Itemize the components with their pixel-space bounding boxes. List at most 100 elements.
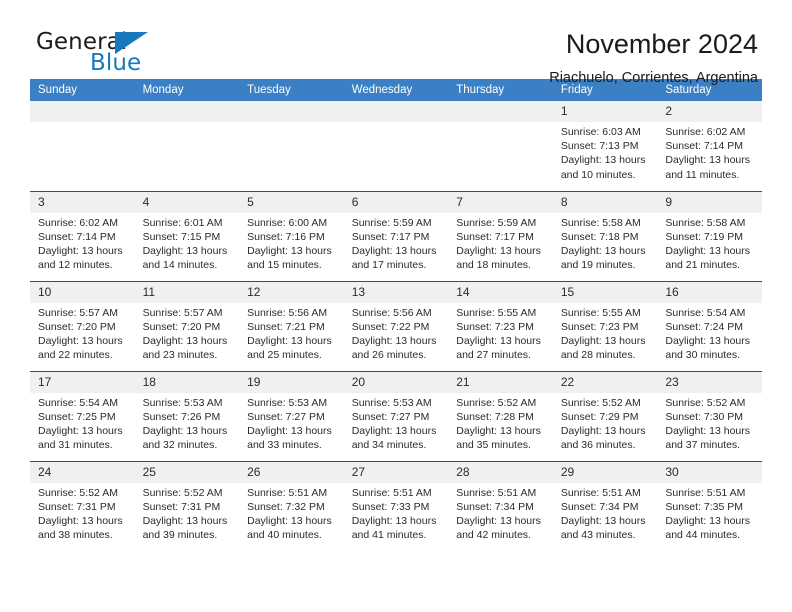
daylight-text-line1: Daylight: 13 hours bbox=[665, 154, 751, 167]
sunrise-text: Sunrise: 5:57 AM bbox=[38, 306, 118, 319]
day-number: 20 bbox=[343, 371, 449, 393]
daylight-text-line2: and 15 minutes. bbox=[247, 259, 322, 272]
daylight-text-line2: and 18 minutes. bbox=[456, 259, 531, 272]
calendar-cell-day[interactable]: 13 Sunrise: 5:56 AM Sunset: 7:22 PM Dayligh… bbox=[343, 280, 449, 371]
daylight-text-line2: and 25 minutes. bbox=[247, 349, 322, 362]
calendar-body: 1 Sunrise: 6:03 AM Sunset: 7:13 PM Daylight… bbox=[30, 101, 762, 551]
calendar-cell-day[interactable]: 3 Sunrise: 6:02 AM Sunset: 7:14 PM Daylight… bbox=[30, 190, 135, 281]
day-sun-info: Sunrise: 5:56 AM Sunset: 7:22 PM Daylight:… bbox=[344, 303, 449, 363]
calendar-cell-empty bbox=[343, 101, 449, 191]
calendar-page: General Blue November 2024 Riachuelo, Co… bbox=[0, 0, 792, 612]
calendar-cell-day[interactable]: 8 Sunrise: 5:58 AM Sunset: 7:18 PM Daylight… bbox=[552, 190, 658, 281]
daylight-text-line2: and 10 minutes. bbox=[560, 168, 636, 181]
day-sun-info: Sunrise: 5:55 AM Sunset: 7:23 PM Daylight:… bbox=[553, 303, 658, 363]
sunset-text: Sunset: 7:27 PM bbox=[247, 410, 325, 423]
sunrise-text: Sunrise: 5:51 AM bbox=[456, 486, 537, 499]
calendar-cell-day[interactable]: 9 Sunrise: 5:58 AM Sunset: 7:19 PM Daylight… bbox=[657, 190, 762, 281]
calendar-cell-empty bbox=[448, 101, 553, 191]
daylight-text-line1: Daylight: 13 hours bbox=[665, 334, 751, 347]
calendar-cell-day[interactable]: 22 Sunrise: 5:52 AM Sunset: 7:29 PM Dayligh… bbox=[552, 370, 658, 461]
calendar-cell-day[interactable]: 27 Sunrise: 5:51 AM Sunset: 7:33 PM Dayligh… bbox=[343, 460, 449, 551]
calendar-cell-day[interactable]: 10 Sunrise: 5:57 AM Sunset: 7:20 PM Dayligh… bbox=[30, 280, 135, 371]
daylight-text-line2: and 11 minutes. bbox=[665, 168, 740, 181]
calendar-cell-day[interactable]: 4 Sunrise: 6:01 AM Sunset: 7:15 PM Daylight… bbox=[134, 190, 240, 281]
sunset-text: Sunset: 7:35 PM bbox=[665, 500, 744, 513]
sunrise-text: Sunrise: 5:51 AM bbox=[247, 486, 328, 499]
sunrise-text: Sunrise: 5:53 AM bbox=[351, 396, 432, 409]
calendar-cell-day[interactable]: 16 Sunrise: 5:54 AM Sunset: 7:24 PM Dayligh… bbox=[657, 280, 762, 371]
daylight-text-line1: Daylight: 13 hours bbox=[142, 244, 228, 257]
calendar-week-row: 24 Sunrise: 5:52 AM Sunset: 7:31 PM Dayligh… bbox=[30, 460, 762, 551]
daylight-text-line2: and 35 minutes. bbox=[456, 439, 531, 452]
day-sun-info: Sunrise: 5:53 AM Sunset: 7:27 PM Daylight:… bbox=[344, 393, 449, 453]
calendar-week-row: 1 Sunrise: 6:03 AM Sunset: 7:13 PM Daylight… bbox=[30, 101, 762, 191]
calendar-cell-day[interactable]: 7 Sunrise: 5:59 AM Sunset: 7:17 PM Daylight… bbox=[448, 190, 553, 281]
sunset-text: Sunset: 7:31 PM bbox=[142, 500, 221, 513]
calendar-cell-day[interactable]: 28 Sunrise: 5:51 AM Sunset: 7:34 PM Dayligh… bbox=[448, 460, 553, 551]
day-number: 18 bbox=[134, 371, 240, 393]
daylight-text-line1: Daylight: 13 hours bbox=[247, 244, 332, 257]
daylight-text-line2: and 44 minutes. bbox=[665, 529, 741, 542]
day-sun-info: Sunrise: 5:53 AM Sunset: 7:27 PM Daylight:… bbox=[239, 393, 344, 453]
day-sun-info: Sunrise: 6:03 AM Sunset: 7:13 PM Daylight:… bbox=[553, 122, 658, 182]
sunrise-text: Sunrise: 5:59 AM bbox=[351, 216, 432, 229]
calendar-cell-empty bbox=[30, 101, 135, 191]
day-number: 27 bbox=[343, 461, 449, 483]
day-sun-info: Sunrise: 5:58 AM Sunset: 7:19 PM Daylight:… bbox=[657, 213, 762, 273]
calendar-cell-day[interactable]: 1 Sunrise: 6:03 AM Sunset: 7:13 PM Daylight… bbox=[552, 101, 658, 191]
calendar-cell-day[interactable]: 23 Sunrise: 5:52 AM Sunset: 7:30 PM Dayligh… bbox=[657, 370, 762, 461]
daylight-text-line1: Daylight: 13 hours bbox=[456, 334, 541, 347]
calendar-cell-day[interactable]: 11 Sunrise: 5:57 AM Sunset: 7:20 PM Dayligh… bbox=[134, 280, 240, 371]
calendar-cell-day[interactable]: 25 Sunrise: 5:52 AM Sunset: 7:31 PM Dayligh… bbox=[134, 460, 240, 551]
daylight-text-line2: and 21 minutes. bbox=[665, 259, 741, 272]
day-number: 6 bbox=[343, 191, 449, 213]
sunset-text: Sunset: 7:23 PM bbox=[560, 320, 639, 333]
daylight-text-line2: and 31 minutes. bbox=[38, 439, 113, 452]
sunrise-text: Sunrise: 5:58 AM bbox=[560, 216, 641, 229]
sunset-text: Sunset: 7:20 PM bbox=[38, 320, 116, 333]
calendar-cell-day[interactable]: 29 Sunrise: 5:51 AM Sunset: 7:34 PM Dayligh… bbox=[552, 460, 658, 551]
sunset-text: Sunset: 7:27 PM bbox=[351, 410, 430, 423]
day-number: 3 bbox=[30, 191, 135, 213]
day-sun-info: Sunrise: 5:59 AM Sunset: 7:17 PM Daylight:… bbox=[448, 213, 553, 273]
calendar-cell-day[interactable]: 12 Sunrise: 5:56 AM Sunset: 7:21 PM Dayligh… bbox=[239, 280, 344, 371]
sunrise-text: Sunrise: 6:01 AM bbox=[142, 216, 223, 229]
daylight-text-line1: Daylight: 13 hours bbox=[351, 424, 437, 437]
calendar-cell-day[interactable]: 6 Sunrise: 5:59 AM Sunset: 7:17 PM Daylight… bbox=[343, 190, 449, 281]
calendar-cell-day[interactable]: 2 Sunrise: 6:02 AM Sunset: 7:14 PM Daylight… bbox=[657, 101, 762, 191]
calendar-cell-day[interactable]: 30 Sunrise: 5:51 AM Sunset: 7:35 PM Dayligh… bbox=[657, 460, 762, 551]
daylight-text-line1: Daylight: 13 hours bbox=[665, 244, 751, 257]
daylight-text-line1: Daylight: 13 hours bbox=[560, 334, 646, 347]
day-number: 22 bbox=[552, 371, 658, 393]
calendar-cell-day[interactable]: 20 Sunrise: 5:53 AM Sunset: 7:27 PM Dayligh… bbox=[343, 370, 449, 461]
daylight-text-line1: Daylight: 13 hours bbox=[456, 244, 541, 257]
sunset-text: Sunset: 7:33 PM bbox=[351, 500, 430, 513]
calendar-cell-day[interactable]: 21 Sunrise: 5:52 AM Sunset: 7:28 PM Dayligh… bbox=[448, 370, 553, 461]
calendar-cell-day[interactable]: 18 Sunrise: 5:53 AM Sunset: 7:26 PM Dayligh… bbox=[134, 370, 240, 461]
calendar-week-row: 10 Sunrise: 5:57 AM Sunset: 7:20 PM Dayligh… bbox=[30, 280, 762, 371]
day-number bbox=[30, 101, 135, 122]
calendar-cell-day[interactable]: 17 Sunrise: 5:54 AM Sunset: 7:25 PM Dayligh… bbox=[30, 370, 135, 461]
weekday-header-thursday: Thursday bbox=[448, 79, 553, 101]
sunrise-text: Sunrise: 6:02 AM bbox=[665, 126, 746, 138]
sunset-text: Sunset: 7:21 PM bbox=[247, 320, 325, 333]
day-number: 2 bbox=[657, 101, 762, 122]
day-sun-info: Sunrise: 5:52 AM Sunset: 7:31 PM Daylight:… bbox=[30, 483, 135, 543]
calendar-cell-day[interactable]: 19 Sunrise: 5:53 AM Sunset: 7:27 PM Dayligh… bbox=[239, 370, 344, 461]
brand-logo[interactable]: General Blue bbox=[30, 28, 180, 84]
calendar-cell-day[interactable]: 15 Sunrise: 5:55 AM Sunset: 7:23 PM Dayligh… bbox=[552, 280, 658, 371]
calendar-cell-day[interactable]: 14 Sunrise: 5:55 AM Sunset: 7:23 PM Dayligh… bbox=[448, 280, 553, 371]
calendar-cell-day[interactable]: 24 Sunrise: 5:52 AM Sunset: 7:31 PM Dayligh… bbox=[30, 460, 135, 551]
daylight-text-line2: and 40 minutes. bbox=[247, 529, 322, 542]
sunset-text: Sunset: 7:34 PM bbox=[456, 500, 534, 513]
daylight-text-line2: and 27 minutes. bbox=[456, 349, 531, 362]
sunset-text: Sunset: 7:28 PM bbox=[456, 410, 534, 423]
day-number: 1 bbox=[552, 101, 658, 122]
calendar-cell-day[interactable]: 26 Sunrise: 5:51 AM Sunset: 7:32 PM Dayligh… bbox=[239, 460, 344, 551]
daylight-text-line2: and 34 minutes. bbox=[351, 439, 427, 452]
calendar-cell-day[interactable]: 5 Sunrise: 6:00 AM Sunset: 7:16 PM Daylight… bbox=[239, 190, 344, 281]
daylight-text-line2: and 37 minutes. bbox=[665, 439, 741, 452]
day-number: 4 bbox=[134, 191, 240, 213]
sunset-text: Sunset: 7:17 PM bbox=[351, 230, 430, 243]
brand-name-blue: Blue bbox=[90, 50, 142, 76]
